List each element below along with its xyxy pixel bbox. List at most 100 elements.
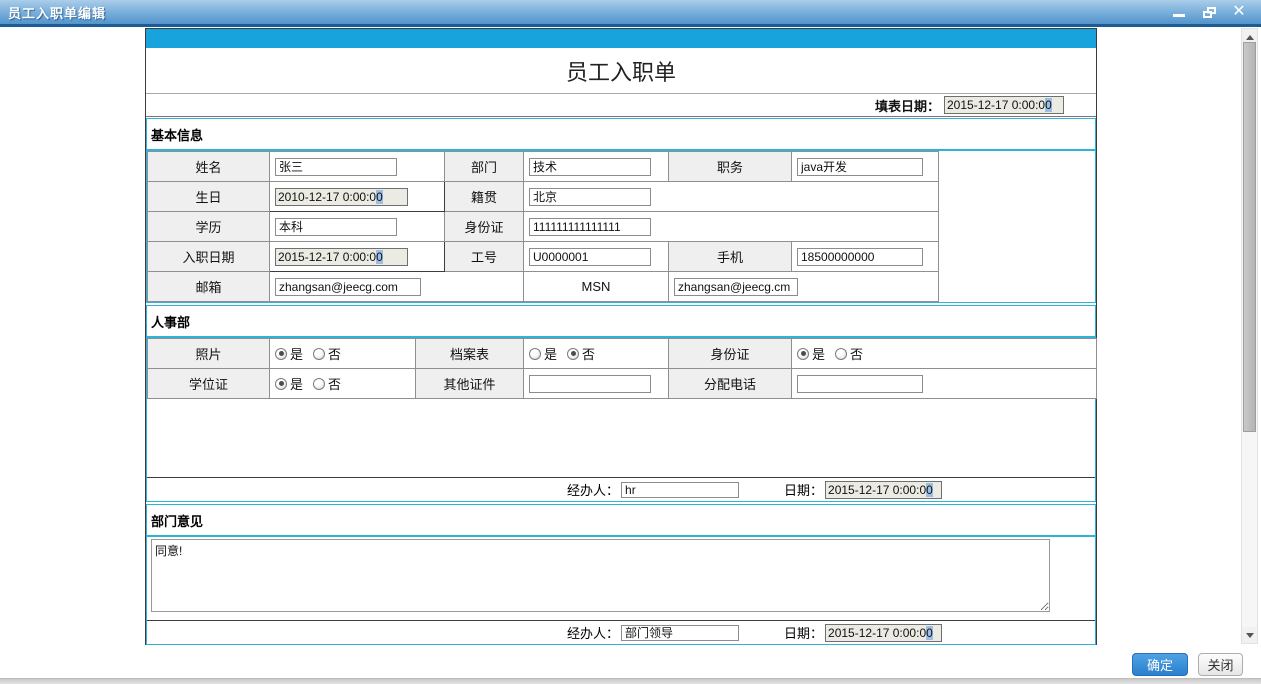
birthday-label: 生日 xyxy=(148,182,270,212)
footer-bottom-band xyxy=(0,678,1261,684)
section-basic-info-header: 基本信息 xyxy=(147,119,1095,151)
table-row: 照片 是 否 档案表 是 否 xyxy=(148,339,1097,369)
idcard-no-radio[interactable] xyxy=(835,348,847,360)
fill-date-selection: 0 xyxy=(1045,98,1052,112)
dept-handler-row: 经办人： 日期： 2015-12-17 0:00:00 xyxy=(147,620,1095,644)
yes-label: 是 xyxy=(290,374,303,393)
photo-label: 照片 xyxy=(148,339,270,369)
photo-no-radio[interactable] xyxy=(313,348,325,360)
ok-button[interactable]: 确定 xyxy=(1132,653,1188,676)
job-input[interactable] xyxy=(797,158,923,176)
assigned-phone-input[interactable] xyxy=(797,375,923,393)
arrow-up-icon xyxy=(1246,35,1254,40)
close-dialog-button[interactable]: 关闭 xyxy=(1198,653,1243,676)
date-label: 日期： xyxy=(784,480,823,499)
fill-date-input[interactable]: 2015-12-17 0:00:00 xyxy=(944,96,1064,114)
section-hr: 人事部 照片 是 否 档案表 xyxy=(146,305,1096,502)
idcard-input[interactable] xyxy=(529,218,651,236)
scroll-down-button[interactable] xyxy=(1242,627,1257,643)
degree-yes-radio[interactable] xyxy=(275,378,287,390)
education-label: 学历 xyxy=(148,212,270,242)
dept-date-input[interactable]: 2015-12-17 0:00:00 xyxy=(825,624,942,642)
hr-table: 照片 是 否 档案表 是 否 xyxy=(147,338,1097,399)
idcard-yes-radio[interactable] xyxy=(797,348,809,360)
table-row: 学历 身份证 xyxy=(148,212,939,242)
window-controls: ✕ xyxy=(1171,5,1261,19)
section-basic-info-body: 姓名 部门 职务 生日 2010-12-17 0:00:00 籍贯 xyxy=(147,151,1095,302)
fill-date-label: 填表日期： xyxy=(875,96,940,115)
yes-label: 是 xyxy=(544,344,557,363)
birthday-input[interactable]: 2010-12-17 0:00:00 xyxy=(275,188,408,206)
other-docs-input[interactable] xyxy=(529,375,651,393)
hr-handler-input[interactable] xyxy=(621,482,739,498)
hometown-label: 籍贯 xyxy=(445,182,524,212)
onboarding-form: 员工入职单 填表日期： 2015-12-17 0:00:00 基本信息 姓名 部… xyxy=(145,28,1097,645)
dept-opinion-textarea[interactable]: 同意! xyxy=(151,539,1050,612)
dialog-body: 员工入职单 填表日期： 2015-12-17 0:00:00 基本信息 姓名 部… xyxy=(0,27,1261,645)
file-yes-radio[interactable] xyxy=(529,348,541,360)
file-radio-group: 是 否 xyxy=(529,344,668,363)
dept-handler-input[interactable] xyxy=(621,625,739,641)
section-dept-opinion: 部门意见 同意! 经办人： 日期： 2015-12-17 0:00:00 xyxy=(146,504,1096,645)
dialog-footer: 确定 关闭 xyxy=(0,645,1261,684)
table-row: 学位证 是 否 其他证件 分配电话 xyxy=(148,369,1097,399)
no-label: 否 xyxy=(328,344,341,363)
form-title: 员工入职单 xyxy=(566,55,676,87)
fill-date-row: 填表日期： 2015-12-17 0:00:00 xyxy=(146,94,1096,117)
handler-label: 经办人： xyxy=(567,623,619,642)
empno-input[interactable] xyxy=(529,248,651,266)
arrow-down-icon xyxy=(1246,633,1254,638)
section-dept-opinion-body: 同意! 经办人： 日期： 2015-12-17 0:00:00 xyxy=(147,537,1095,644)
hiredate-label: 入职日期 xyxy=(148,242,270,272)
dialog-titlebar: 员工入职单编辑 ✕ xyxy=(0,0,1261,27)
date-label: 日期： xyxy=(784,623,823,642)
dept-input[interactable] xyxy=(529,158,651,176)
form-accent-bar xyxy=(146,29,1096,48)
hiredate-input[interactable]: 2015-12-17 0:00:00 xyxy=(275,248,408,266)
close-icon: ✕ xyxy=(1232,5,1245,19)
form-title-row: 员工入职单 xyxy=(146,48,1096,94)
file-label: 档案表 xyxy=(416,339,524,369)
empno-label: 工号 xyxy=(445,242,524,272)
name-input[interactable] xyxy=(275,158,397,176)
degree-no-radio[interactable] xyxy=(313,378,325,390)
section-dept-opinion-header: 部门意见 xyxy=(147,505,1095,537)
minimize-icon xyxy=(1173,14,1185,17)
job-label: 职务 xyxy=(669,152,792,182)
file-no-radio[interactable] xyxy=(567,348,579,360)
yes-label: 是 xyxy=(812,344,825,363)
minimize-button[interactable] xyxy=(1171,5,1187,19)
dialog-title: 员工入职单编辑 xyxy=(0,3,106,22)
degree-radio-group: 是 否 xyxy=(275,374,415,393)
yes-label: 是 xyxy=(290,344,303,363)
scrollbar-thumb[interactable] xyxy=(1243,42,1256,432)
dept-label: 部门 xyxy=(445,152,524,182)
idcard-radio-group: 是 否 xyxy=(797,344,1096,363)
close-button[interactable]: ✕ xyxy=(1231,5,1247,19)
restore-button[interactable] xyxy=(1201,5,1217,19)
section-hr-body: 照片 是 否 档案表 是 否 xyxy=(147,338,1095,501)
basic-info-table: 姓名 部门 职务 生日 2010-12-17 0:00:00 籍贯 xyxy=(147,151,939,302)
mobile-label: 手机 xyxy=(669,242,792,272)
idcard-label: 身份证 xyxy=(445,212,524,242)
hr-handler-row: 经办人： 日期： 2015-12-17 0:00:00 xyxy=(147,477,1095,501)
photo-radio-group: 是 否 xyxy=(275,344,415,363)
photo-yes-radio[interactable] xyxy=(275,348,287,360)
table-row: 入职日期 2015-12-17 0:00:00 工号 手机 xyxy=(148,242,939,272)
restore-icon xyxy=(1203,7,1216,18)
degree-label: 学位证 xyxy=(148,369,270,399)
table-row: 邮箱 MSN xyxy=(148,272,939,302)
section-hr-header: 人事部 xyxy=(147,306,1095,338)
hr-empty-area xyxy=(147,399,1095,477)
hometown-input[interactable] xyxy=(529,188,651,206)
other-docs-label: 其他证件 xyxy=(416,369,524,399)
vertical-scrollbar[interactable] xyxy=(1241,28,1258,644)
assigned-phone-label: 分配电话 xyxy=(669,369,792,399)
education-input[interactable] xyxy=(275,218,397,236)
email-input[interactable] xyxy=(275,278,421,296)
msn-input[interactable] xyxy=(674,278,798,296)
no-label: 否 xyxy=(850,344,863,363)
hr-date-input[interactable]: 2015-12-17 0:00:00 xyxy=(825,481,942,499)
mobile-input[interactable] xyxy=(797,248,923,266)
table-row: 生日 2010-12-17 0:00:00 籍贯 xyxy=(148,182,939,212)
